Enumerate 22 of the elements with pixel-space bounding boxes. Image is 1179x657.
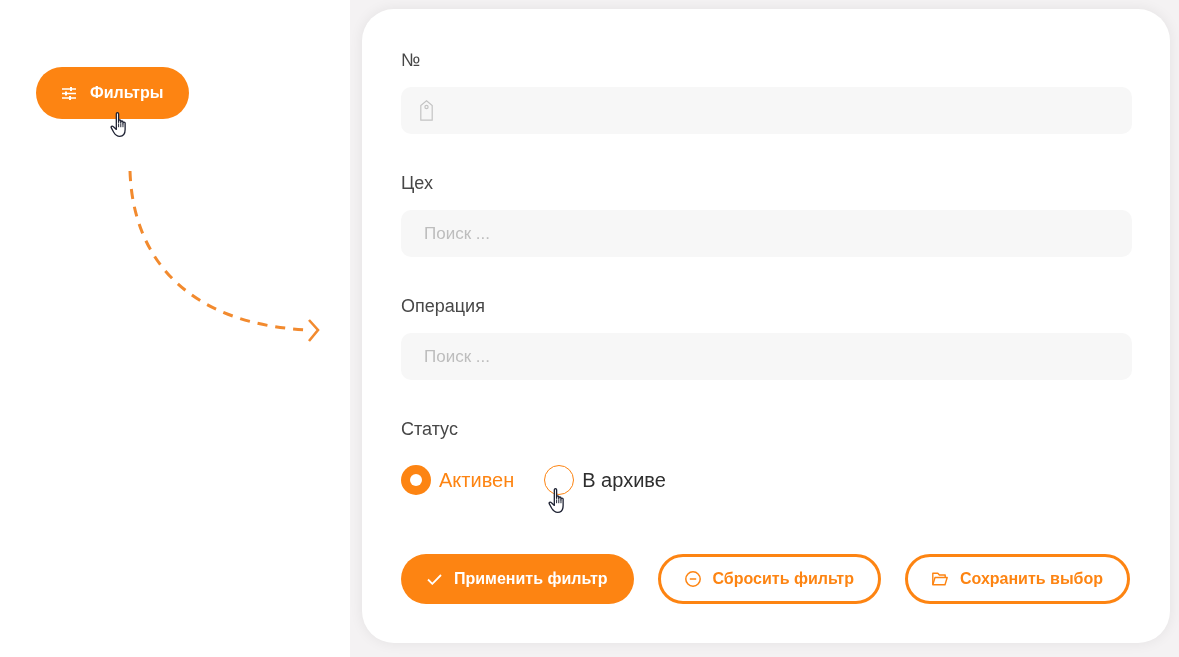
filters-button[interactable]: Фильтры [36,67,190,119]
radio-button[interactable] [401,465,431,495]
radio-label[interactable]: В архиве [582,465,666,495]
search-field[interactable]: Поиск ... [401,333,1132,380]
check-icon [427,573,442,585]
tag-icon [420,100,433,121]
field-label: № [401,49,422,72]
field-label: Цех [401,172,434,195]
radio-button[interactable] [544,465,575,495]
field-label: Статус [401,418,459,441]
search-field[interactable]: Поиск ... [401,210,1132,257]
hand-cursor-icon [548,488,566,513]
sliders-icon [62,86,76,100]
outline-button[interactable]: Сохранить выбор [904,554,1130,604]
apply-filter-button[interactable]: Применить фильтр [401,554,634,604]
minus-circle-icon [684,571,701,587]
folder-icon [931,572,948,586]
outline-button[interactable]: Сбросить фильтр [657,554,881,604]
hand-cursor-icon [110,112,127,137]
input-field[interactable] [401,87,1132,134]
radio-label[interactable]: Активен [439,465,515,495]
field-label: Операция [401,295,486,318]
